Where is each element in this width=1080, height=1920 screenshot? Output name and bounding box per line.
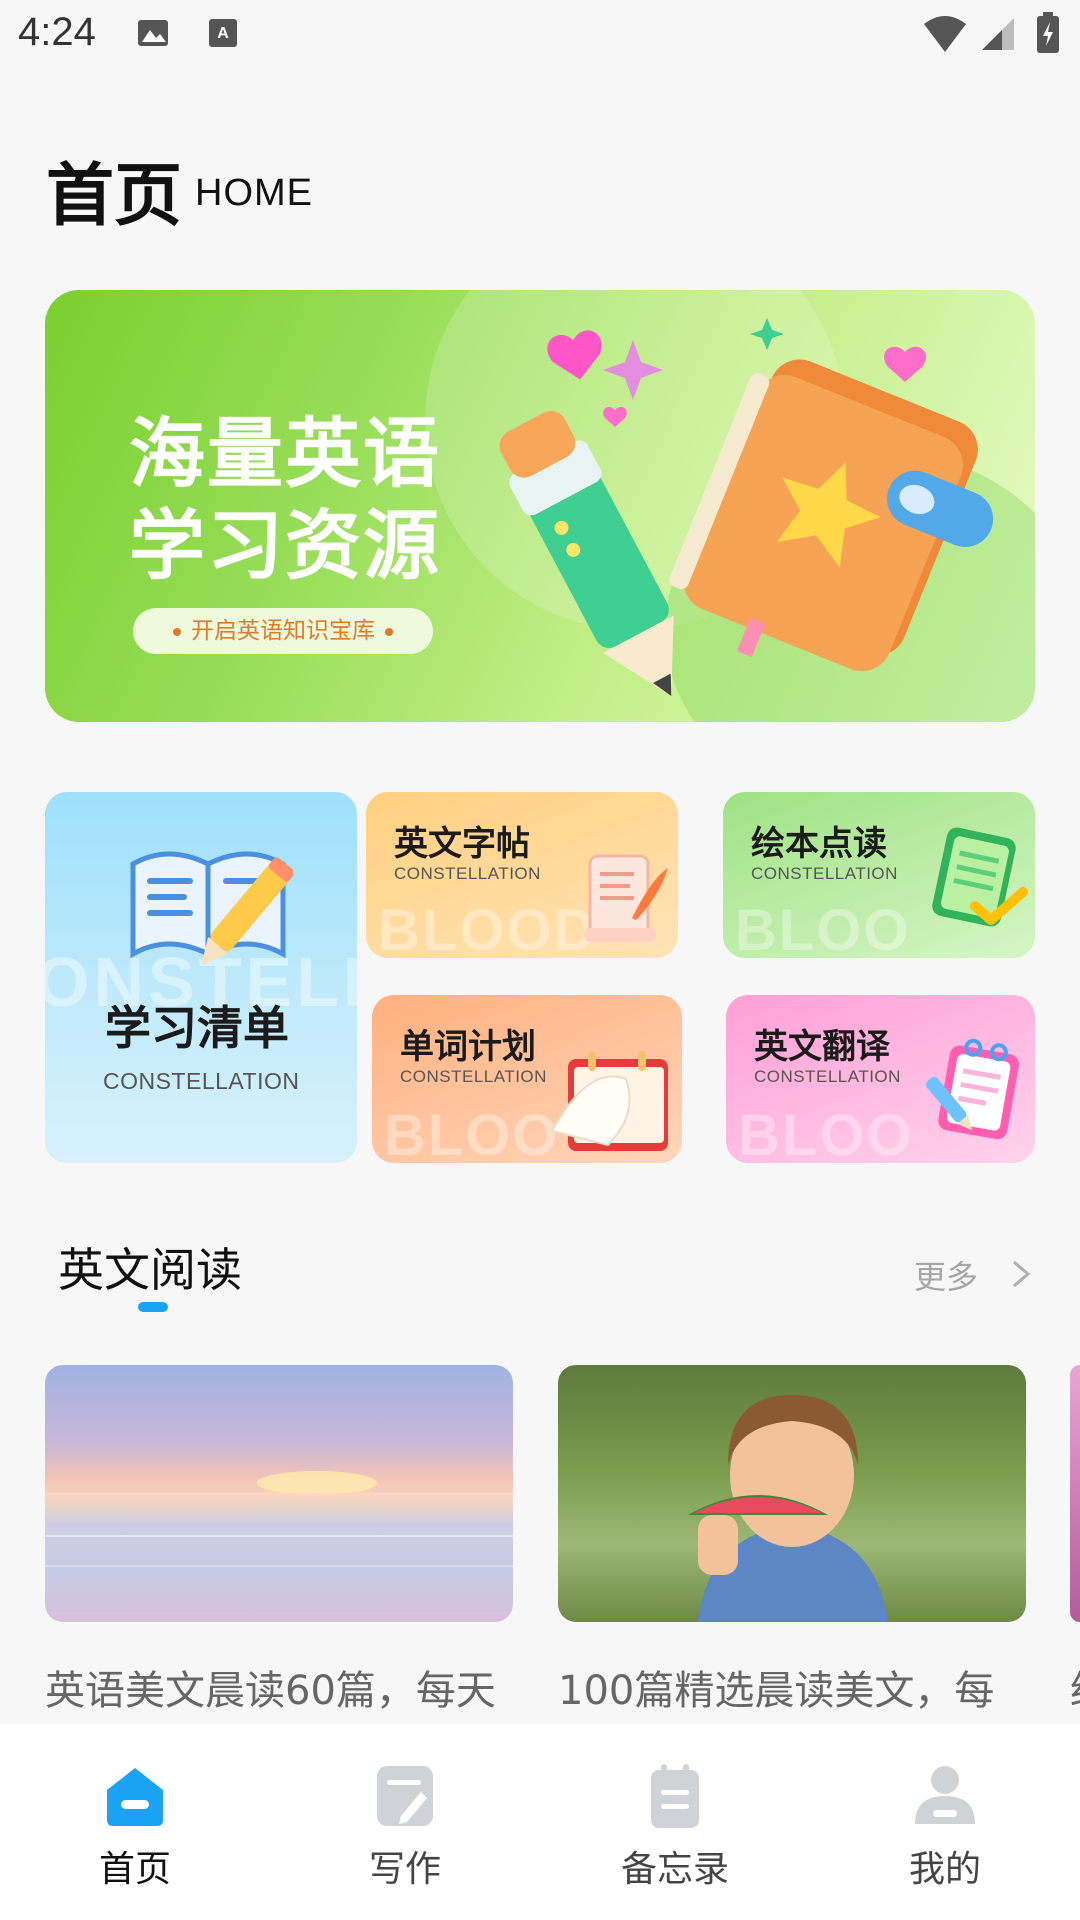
nav-profile[interactable]: 我的 bbox=[810, 1724, 1080, 1920]
nav-write[interactable]: 写作 bbox=[270, 1724, 540, 1920]
card-subtitle: CONSTELLATION bbox=[400, 1067, 547, 1086]
banner-pill: 开启英语知识宝库 bbox=[133, 608, 433, 654]
card-copybook[interactable]: BLOOD 英文字帖 CONSTELLATION bbox=[366, 792, 678, 958]
article-thumbnail bbox=[1070, 1365, 1080, 1622]
card-subtitle: CONSTELLATION bbox=[754, 1067, 901, 1086]
scroll-quill-icon bbox=[584, 854, 668, 942]
banner-pill-text: 开启英语知识宝库 bbox=[191, 618, 375, 644]
section-title: 英文阅读 bbox=[58, 1243, 242, 1297]
sunset-sea-image bbox=[45, 1471, 513, 1567]
nav-home[interactable]: 首页 bbox=[0, 1724, 270, 1920]
card-title: 学习清单 bbox=[105, 1001, 289, 1055]
article-title: 经 bbox=[1070, 1658, 1080, 1716]
card-title: 英文翻译 bbox=[754, 1027, 890, 1067]
svg-text:A: A bbox=[217, 25, 229, 42]
article-thumbnail bbox=[45, 1365, 513, 1622]
chevron-right-icon[interactable] bbox=[1010, 1258, 1032, 1290]
book-pencil-illustration bbox=[499, 318, 994, 696]
card-watermark: BLOO bbox=[735, 898, 911, 958]
banner-title-line2: 学习资源 bbox=[129, 501, 441, 590]
card-word-plan[interactable]: BLOO 单词计划 CONSTELLATION bbox=[372, 995, 682, 1163]
card-title: 单词计划 bbox=[400, 1027, 536, 1067]
nav-label: 备忘录 bbox=[620, 1849, 729, 1890]
article-card[interactable]: 经 bbox=[1070, 1365, 1080, 1716]
nav-label: 首页 bbox=[98, 1849, 171, 1890]
article-thumbnail bbox=[558, 1365, 1026, 1622]
article-title: 100篇精选晨读美文，每 bbox=[558, 1668, 995, 1714]
bottom-nav: 首页 写作 备忘录 我的 bbox=[0, 1724, 1080, 1920]
card-subtitle: CONSTELLATION bbox=[103, 1068, 300, 1094]
promo-banner[interactable]: 海量英语 学习资源 开启英语知识宝库 bbox=[45, 290, 1035, 722]
status-time: 4:24 bbox=[18, 10, 96, 54]
open-book-pencil-icon bbox=[130, 851, 293, 966]
card-study-list[interactable]: ONSTELL 学习清单 CONSTELLATION bbox=[45, 792, 357, 1163]
nav-label: 我的 bbox=[908, 1849, 981, 1890]
card-title: 英文字帖 bbox=[394, 824, 530, 864]
page-title: 首页 bbox=[46, 157, 183, 236]
card-translate[interactable]: BLOO 英文翻译 CONSTELLATION bbox=[726, 995, 1035, 1163]
memo-icon bbox=[651, 1764, 699, 1828]
card-picture-book[interactable]: BLOO 绘本点读 CONSTELLATION bbox=[723, 792, 1035, 958]
article-card[interactable]: 100篇精选晨读美文，每 bbox=[558, 1365, 1026, 1716]
battery-icon bbox=[1037, 12, 1059, 53]
card-title: 绘本点读 bbox=[751, 824, 887, 864]
gallery-icon bbox=[138, 20, 168, 46]
section-underline bbox=[138, 1302, 168, 1312]
card-subtitle: CONSTELLATION bbox=[751, 864, 898, 883]
banner-title: 海量英语 学习资源 bbox=[129, 408, 509, 592]
home-icon bbox=[107, 1768, 163, 1826]
more-link[interactable]: 更多 bbox=[914, 1252, 978, 1298]
nav-memo[interactable]: 备忘录 bbox=[540, 1724, 810, 1920]
girl-watermelon-image bbox=[688, 1395, 888, 1622]
status-bar: 4:24 A bbox=[0, 0, 1080, 72]
page-subtitle: HOME bbox=[195, 172, 313, 214]
text-a-icon: A bbox=[209, 19, 237, 47]
calendar-icon bbox=[550, 1051, 668, 1151]
card-watermark: BLOOD bbox=[378, 898, 598, 958]
banner-title-line1: 海量英语 bbox=[129, 409, 441, 498]
write-icon bbox=[377, 1766, 433, 1826]
profile-icon bbox=[915, 1766, 975, 1824]
article-title: 英语美文晨读60篇，每天 bbox=[45, 1668, 496, 1714]
signal-icon bbox=[982, 18, 1014, 50]
clipboard-pencil-icon bbox=[925, 1038, 1019, 1140]
card-subtitle: CONSTELLATION bbox=[394, 864, 541, 883]
wifi-icon bbox=[924, 16, 966, 52]
notepad-check-icon bbox=[932, 827, 1028, 927]
article-card[interactable]: 英语美文晨读60篇，每天 bbox=[45, 1365, 513, 1716]
nav-label: 写作 bbox=[368, 1849, 441, 1890]
card-watermark: BLOO bbox=[738, 1103, 914, 1163]
card-watermark: BLOO bbox=[384, 1103, 560, 1163]
